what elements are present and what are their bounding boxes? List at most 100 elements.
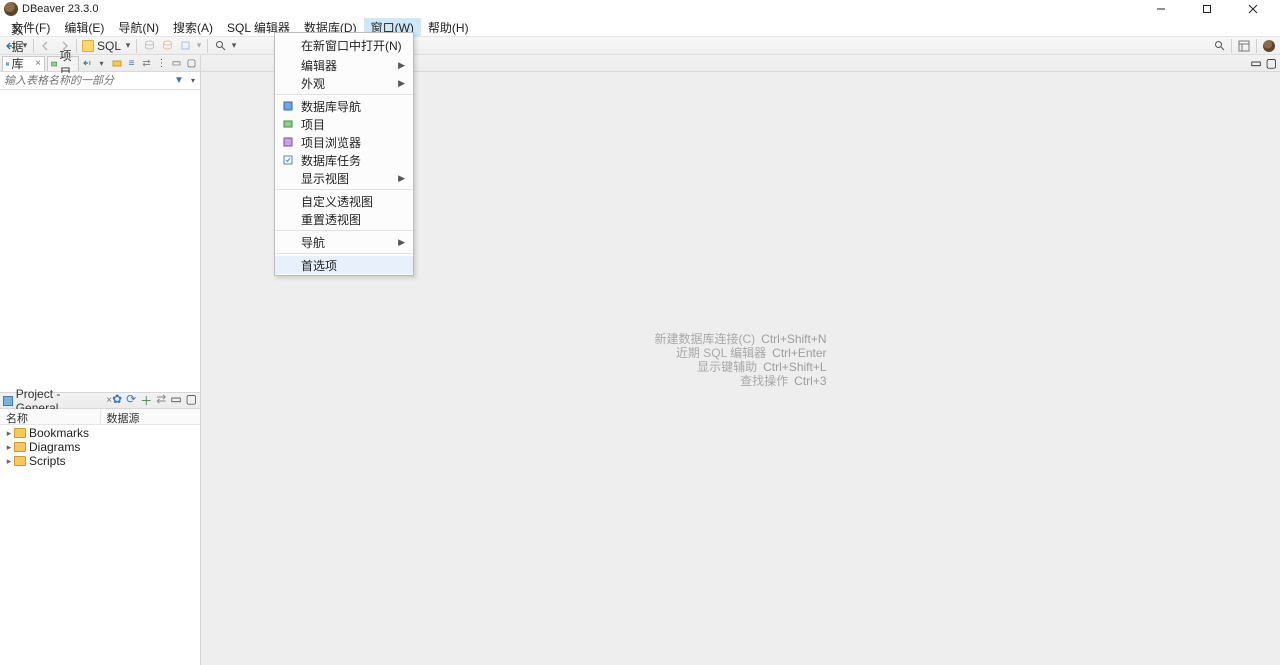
search-icon[interactable] (212, 38, 228, 54)
tab-database-navigator[interactable]: 数据库导航 × (2, 56, 45, 71)
window-menu-popup: 在新窗口中打开(N)编辑器▶外观▶数据库导航项目项目浏览器数据库任务显示视图▶自… (274, 32, 414, 276)
hint-label: 近期 SQL 编辑器 (676, 346, 766, 360)
menu-item[interactable]: 外观▶ (275, 74, 413, 92)
close-button[interactable] (1230, 0, 1276, 18)
hint-key: Ctrl+Shift+L (763, 360, 826, 374)
title-bar: DBeaver 23.3.0 (0, 0, 1280, 18)
search-dropdown[interactable]: ▾ (230, 38, 238, 54)
db-nav-icon (6, 59, 9, 69)
submenu-arrow-icon: ▶ (398, 60, 405, 71)
menu-item[interactable]: 项目浏览器 (275, 133, 413, 151)
commit-icon[interactable] (141, 38, 157, 54)
sql-editor-button[interactable]: SQL (80, 39, 123, 53)
hint-key: Ctrl+3 (794, 374, 826, 388)
menu-item-label: 项目浏览器 (301, 134, 361, 151)
project-config-icon[interactable]: ✿ (112, 392, 122, 409)
menu-item[interactable]: 项目 (275, 115, 413, 133)
welcome-hints: 新建数据库连接(C)Ctrl+Shift+N 近期 SQL 编辑器Ctrl+En… (654, 332, 826, 388)
project-minimize-icon[interactable]: ▭ (170, 392, 181, 409)
menu-item-label: 显示视图 (301, 170, 349, 187)
editor-minimize-icon[interactable]: ▭ (1250, 56, 1261, 70)
project-link-icon[interactable]: ⇄ (156, 392, 166, 409)
hint-key: Ctrl+Shift+N (761, 332, 826, 346)
project-panel-header[interactable]: Project - General × ✿ ⟳ ＋ ⇄ ▭ ▢ (0, 393, 200, 409)
menu-item[interactable]: 数据库导航 (275, 97, 413, 115)
tree-label: Scripts (29, 454, 66, 468)
nav-maximize-icon[interactable]: ▢ (186, 58, 197, 69)
nav-filter-input[interactable] (0, 73, 172, 89)
app-icon (4, 2, 18, 16)
menu-item[interactable]: 导航▶ (275, 233, 413, 251)
project-columns: 名称 数据源 (0, 409, 200, 425)
menu-item-label: 重置透视图 (301, 211, 361, 228)
nav-filter-row: ▼ ▾ (0, 72, 200, 90)
twist-icon[interactable]: ▸ (4, 456, 14, 467)
nav-folder-icon[interactable] (111, 58, 122, 69)
tree-item-bookmarks[interactable]: ▸ Bookmarks (0, 426, 200, 440)
back-icon[interactable] (38, 38, 54, 54)
main-toolbar: ▾ SQL ▾ ▾ ▾ (0, 37, 1280, 55)
tree-label: Diagrams (29, 440, 80, 454)
perspective-icon[interactable] (1236, 38, 1252, 54)
menu-item[interactable]: 首选项 (275, 256, 413, 274)
sql-editor-dropdown[interactable]: ▾ (124, 38, 132, 54)
project-panel-icon (3, 396, 13, 406)
sql-label: SQL (97, 39, 121, 53)
menu-item[interactable]: 编辑器▶ (275, 56, 413, 74)
nav-more-icon[interactable]: ⋮ (156, 58, 167, 69)
rollback-icon[interactable] (159, 38, 175, 54)
tab-projects[interactable]: 项目 (47, 56, 79, 71)
menu-item[interactable]: 自定义透视图 (275, 192, 413, 210)
project-tree[interactable]: ▸ Bookmarks ▸ Diagrams ▸ Scripts (0, 425, 200, 665)
tree-item-scripts[interactable]: ▸ Scripts (0, 454, 200, 468)
project-panel: Project - General × ✿ ⟳ ＋ ⇄ ▭ ▢ 名称 数据源 ▸… (0, 392, 200, 665)
menu-navigate[interactable]: 导航(N) (111, 18, 166, 37)
folder-icon (14, 456, 26, 466)
window-title: DBeaver 23.3.0 (22, 3, 98, 15)
folder-icon (14, 442, 26, 452)
menu-item[interactable]: 数据库任务 (275, 151, 413, 169)
nav-tree[interactable] (0, 90, 200, 392)
nav-link-icon[interactable]: ⇄ (141, 58, 152, 69)
project-col-name[interactable]: 名称 (0, 409, 101, 424)
nav-tabstrip: 数据库导航 × 项目 ▾ ≡ ⇄ ⋮ ▭ ▢ (0, 55, 200, 72)
maximize-button[interactable] (1184, 0, 1230, 18)
tab-close-icon[interactable]: × (35, 58, 41, 69)
menu-item-label: 数据库导航 (301, 98, 361, 115)
transaction-icon[interactable] (177, 38, 193, 54)
forward-icon[interactable] (56, 38, 72, 54)
tree-item-diagrams[interactable]: ▸ Diagrams (0, 440, 200, 454)
menu-help[interactable]: 帮助(H) (421, 18, 476, 37)
transaction-dropdown[interactable]: ▾ (195, 38, 203, 54)
menu-item[interactable]: 在新窗口中打开(N) (275, 34, 413, 56)
submenu-arrow-icon: ▶ (398, 78, 405, 89)
editor-maximize-icon[interactable]: ▢ (1266, 56, 1277, 70)
nav-filter-icon[interactable]: ≡ (126, 58, 137, 69)
nav-filter-dropdown[interactable]: ▾ (186, 74, 200, 88)
project-maximize-icon[interactable]: ▢ (186, 392, 197, 409)
menu-item[interactable]: 重置透视图 (275, 210, 413, 228)
dbeaver-perspective-icon[interactable] (1261, 38, 1277, 54)
sql-icon (82, 40, 94, 52)
nav-connect-dropdown[interactable]: ▾ (96, 58, 107, 69)
menu-item[interactable]: 显示视图▶ (275, 169, 413, 187)
menu-edit[interactable]: 编辑(E) (57, 18, 111, 37)
nav-minimize-icon[interactable]: ▭ (171, 58, 182, 69)
nav-connect-icon[interactable] (81, 58, 92, 69)
minimize-button[interactable] (1138, 0, 1184, 18)
menu-item-label: 在新窗口中打开(N) (301, 37, 402, 54)
quick-access-icon[interactable] (1211, 38, 1227, 54)
project-icon (51, 59, 57, 69)
twist-icon[interactable]: ▸ (4, 442, 14, 453)
workspace: 数据库导航 × 项目 ▾ ≡ ⇄ ⋮ ▭ ▢ ▼ ▾ (0, 55, 1280, 665)
project-refresh-icon[interactable]: ⟳ (126, 392, 136, 409)
menu-item-label: 自定义透视图 (301, 193, 373, 210)
project-icon (281, 117, 295, 131)
nav-filter-funnel-icon[interactable]: ▼ (172, 74, 186, 88)
tree-label: Bookmarks (29, 426, 89, 440)
menu-search[interactable]: 搜索(A) (166, 18, 220, 37)
project-col-datasource[interactable]: 数据源 (101, 409, 201, 424)
project-add-icon[interactable]: ＋ (140, 392, 152, 409)
menu-item-label: 项目 (301, 116, 325, 133)
twist-icon[interactable]: ▸ (4, 428, 14, 439)
